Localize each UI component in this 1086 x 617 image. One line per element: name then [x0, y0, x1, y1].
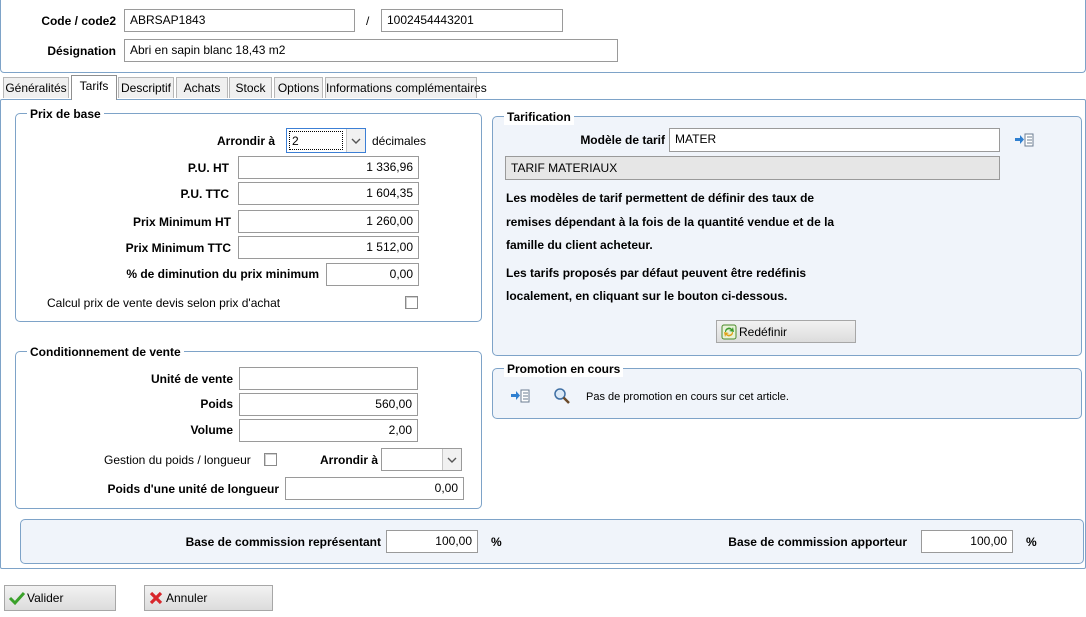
modele-input[interactable]: MATER [669, 128, 1000, 152]
commission-representant-input[interactable]: 100,00 [386, 530, 478, 553]
pu-ht-input[interactable]: 1 336,96 [238, 156, 419, 179]
tarification-text-5: localement, en cliquant sur le bouton ci… [506, 289, 788, 303]
gestion-checkbox[interactable] [264, 453, 277, 466]
poids-unite-label: Poids d'une unité de longueur [107, 482, 279, 496]
calcul-checkbox[interactable] [405, 296, 418, 309]
tab-informations-label: Informations complémentaires [326, 81, 487, 95]
redefinir-button[interactable]: Redéfinir [716, 320, 856, 343]
annuler-button[interactable]: Annuler [144, 585, 273, 611]
tarification-text-4: Les tarifs proposés par défaut peuvent ê… [506, 266, 807, 280]
prix-min-ttc-input[interactable]: 1 512,00 [238, 236, 419, 259]
unite-input[interactable] [239, 367, 418, 390]
tarification-text-2: remises dépendant à la fois de la quanti… [506, 215, 835, 229]
designation-label: Désignation [47, 44, 116, 58]
commission-representant-percent: % [491, 535, 502, 549]
prix-min-ht-input[interactable]: 1 260,00 [238, 210, 419, 233]
promotion-message: Pas de promotion en cours sur cet articl… [586, 391, 789, 403]
tab-options[interactable]: Options [274, 77, 323, 98]
magnifier-icon[interactable] [553, 387, 571, 405]
volume-input[interactable]: 2,00 [239, 419, 418, 442]
tarification-text-3: famille du client acheteur. [506, 238, 653, 252]
prix-de-base-title: Prix de base [27, 106, 104, 122]
tab-descriptif[interactable]: Descriptif [118, 77, 174, 98]
arrondir-select-value: 2 [289, 131, 343, 150]
modele-label: Modèle de tarif [580, 133, 665, 147]
tab-tarifs[interactable]: Tarifs [71, 75, 117, 100]
commission-representant-label: Base de commission représentant [185, 535, 381, 549]
arrondir-label: Arrondir à [216, 134, 275, 148]
gestion-label: Gestion du poids / longueur [104, 453, 251, 467]
red-x-icon [148, 590, 164, 606]
unite-label: Unité de vente [150, 372, 233, 386]
tab-stock-label: Stock [235, 81, 266, 95]
decimales-label: décimales [372, 134, 427, 148]
code2-input[interactable]: 1002454443201 [381, 9, 563, 32]
arrondir2-select-value [382, 452, 386, 466]
annuler-label: Annuler [166, 591, 208, 605]
list-arrow-icon[interactable] [1013, 131, 1035, 149]
arrondir2-select[interactable] [381, 448, 462, 471]
calcul-label: Calcul prix de vente devis selon prix d'… [47, 296, 281, 310]
pu-ttc-label: P.U. TTC [180, 187, 229, 201]
recycle-icon [721, 324, 737, 340]
poids-label: Poids [200, 397, 233, 411]
commission-apporteur-input[interactable]: 100,00 [921, 530, 1013, 553]
tab-achats[interactable]: Achats [176, 77, 228, 98]
tab-descriptif-label: Descriptif [120, 81, 171, 95]
checkmark-icon [8, 590, 26, 606]
commission-apporteur-label: Base de commission apporteur [728, 535, 907, 549]
tarification-title: Tarification [504, 109, 574, 125]
chevron-down-icon[interactable] [346, 129, 365, 152]
poids-unite-input[interactable]: 0,00 [285, 477, 464, 500]
commission-apporteur-percent: % [1026, 535, 1037, 549]
list-arrow-icon[interactable] [509, 387, 531, 405]
arrondir2-label: Arrondir à [320, 453, 379, 467]
poids-input[interactable]: 560,00 [239, 393, 418, 416]
promotion-title: Promotion en cours [504, 361, 624, 377]
pu-ttc-input[interactable]: 1 604,35 [238, 182, 419, 205]
valider-button[interactable]: Valider [4, 585, 116, 611]
redefinir-label: Redéfinir [739, 325, 788, 339]
tarification-text-1: Les modèles de tarif permettent de défin… [506, 191, 815, 205]
arrondir-select[interactable]: 2 [286, 128, 366, 153]
volume-label: Volume [190, 423, 233, 437]
chevron-down-icon[interactable] [442, 449, 461, 470]
code-label: Code / code2 [41, 14, 116, 28]
modele-description: TARIF MATERIAUX [505, 156, 1000, 180]
diminution-input[interactable]: 0,00 [326, 263, 419, 286]
designation-input[interactable]: Abri en sapin blanc 18,43 m2 [124, 39, 618, 62]
conditionnement-title: Conditionnement de vente [27, 344, 184, 360]
pu-ht-label: P.U. HT [187, 161, 229, 175]
tab-tarifs-label: Tarifs [79, 79, 109, 93]
tab-generalites[interactable]: Généralités [3, 77, 69, 98]
code-input[interactable]: ABRSAP1843 [124, 9, 355, 32]
tab-informations[interactable]: Informations complémentaires [325, 77, 487, 98]
prix-min-ht-label: Prix Minimum HT [132, 215, 231, 229]
diminution-label: % de diminution du prix minimum [126, 267, 319, 281]
code-separator: / [366, 14, 370, 28]
tab-generalites-label: Généralités [5, 81, 67, 95]
tab-achats-label: Achats [183, 81, 221, 95]
prix-min-ttc-label: Prix Minimum TTC [125, 241, 231, 255]
valider-label: Valider [27, 591, 64, 605]
tab-stock[interactable]: Stock [229, 77, 272, 98]
tab-options-label: Options [277, 81, 320, 95]
